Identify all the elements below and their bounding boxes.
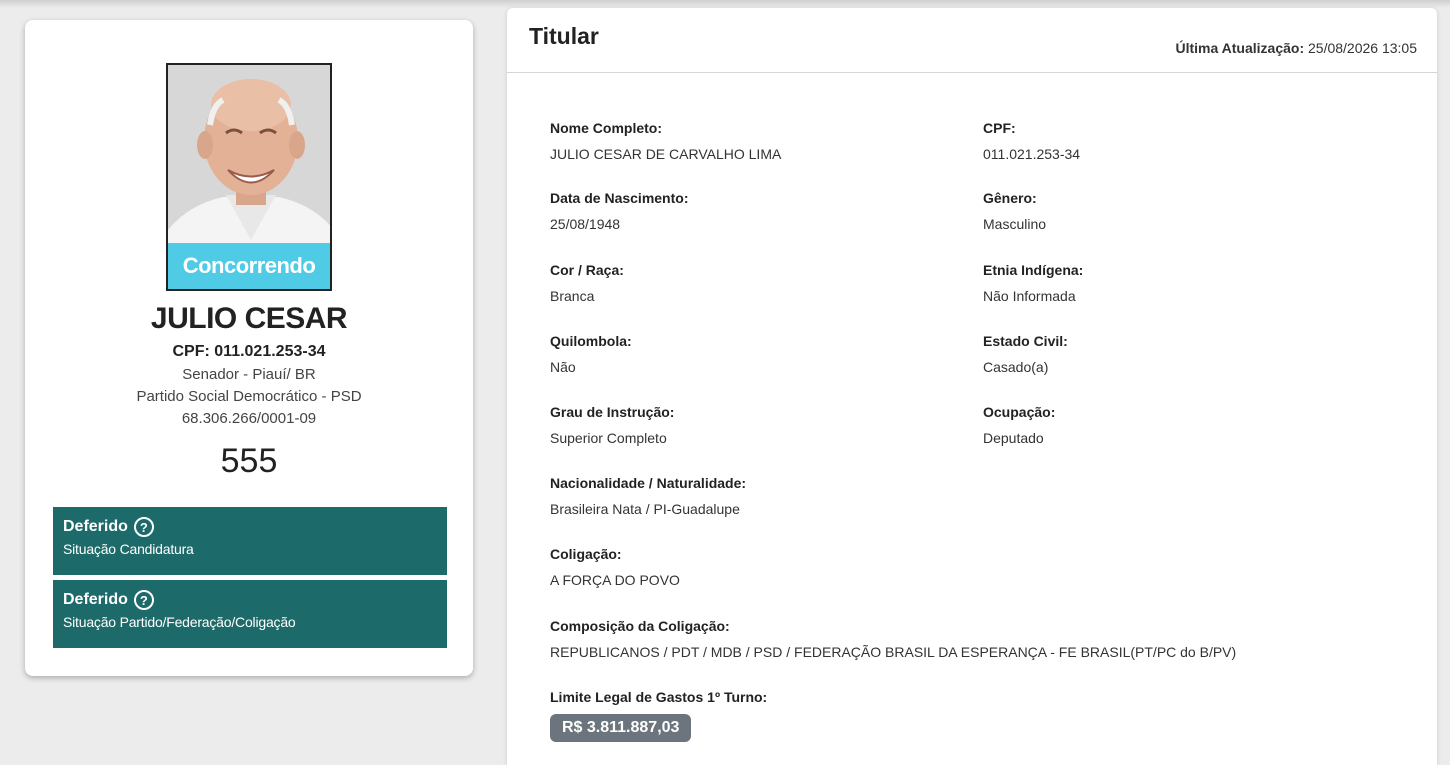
- candidate-number: 555: [220, 442, 278, 480]
- candidate-party: Partido Social Democrático - PSD: [136, 388, 362, 405]
- status-partido-title: Deferido: [63, 591, 128, 608]
- help-circle-icon[interactable]: ?: [133, 517, 154, 537]
- field-value: JULIO CESAR DE CARVALHO LIMA: [550, 146, 782, 162]
- field-label: Composição da Coligação:: [550, 618, 730, 634]
- field-value: Não Informada: [983, 288, 1076, 304]
- field-value: Superior Completo: [550, 430, 667, 446]
- status-partido-box: Deferido ? Situação Partido/Federação/Co…: [53, 580, 447, 648]
- field-cor-raca: Cor / Raça: Branca: [550, 262, 624, 304]
- candidate-status-badge: Concorrendo: [168, 243, 330, 289]
- candidate-office: Senador - Piauí/ BR: [182, 366, 316, 383]
- candidate-name: JULIO CESAR: [150, 302, 348, 335]
- candidate-cnpj: 68.306.266/0001-09: [181, 410, 317, 427]
- field-label: Limite Legal de Gastos 1º Turno:: [550, 689, 768, 705]
- field-value: 011.021.253-34: [983, 146, 1081, 162]
- field-estado-civil: Estado Civil: Casado(a): [983, 333, 1068, 375]
- candidate-photo: Concorrendo: [166, 63, 332, 291]
- field-genero: Gênero: Masculino: [983, 190, 1046, 232]
- spending-limit-badge: R$ 3.811.887,03: [550, 714, 692, 742]
- field-label: Grau de Instrução:: [550, 404, 675, 420]
- field-label: Ocupação:: [983, 404, 1056, 420]
- field-etnia-indigena: Etnia Indígena: Não Informada: [983, 262, 1083, 304]
- field-label: Coligação:: [550, 546, 622, 562]
- field-label: Cor / Raça:: [550, 262, 624, 278]
- status-candidatura-box: Deferido ? Situação Candidatura: [53, 507, 447, 575]
- field-value: REPUBLICANOS / PDT / MDB / PSD / FEDERAÇ…: [550, 644, 1237, 660]
- field-cpf: CPF: 011.021.253-34: [983, 120, 1080, 162]
- field-quilombola: Quilombola: Não: [550, 333, 632, 375]
- field-grau-instrucao: Grau de Instrução: Superior Completo: [550, 404, 674, 446]
- candidate-profile-card: Concorrendo JULIO CESAR CPF: 011.021.253…: [25, 20, 473, 676]
- field-label: Estado Civil:: [983, 333, 1068, 349]
- field-coligacao: Coligação: A FORÇA DO POVO: [550, 546, 680, 588]
- field-label: CPF:: [983, 120, 1016, 136]
- status-candidatura-title: Deferido: [63, 518, 128, 535]
- titular-panel: Titular Última Atualização: 25/08/2026 1…: [507, 8, 1437, 765]
- field-label: Nome Completo:: [550, 120, 662, 136]
- help-circle-icon[interactable]: ?: [133, 590, 154, 610]
- field-value: A FORÇA DO POVO: [550, 572, 680, 588]
- field-value: Branca: [550, 288, 595, 304]
- field-value: Não: [550, 359, 576, 375]
- field-label: Quilombola:: [550, 333, 632, 349]
- panel-title: Titular: [529, 23, 599, 49]
- field-nome-completo: Nome Completo: JULIO CESAR DE CARVALHO L…: [550, 120, 781, 162]
- field-ocupacao: Ocupação: Deputado: [983, 404, 1055, 446]
- field-value: Brasileira Nata / PI-Guadalupe: [550, 501, 740, 517]
- last-updated: Última Atualização: 25/08/2026 13:05: [1175, 40, 1417, 56]
- field-composicao-coligacao: Composição da Coligação: REPUBLICANOS / …: [550, 618, 1236, 660]
- field-label: Nacionalidade / Naturalidade:: [550, 475, 747, 491]
- status-partido-subtitle: Situação Partido/Federação/Coligação: [63, 614, 296, 630]
- field-value: 25/08/1948: [550, 216, 621, 232]
- field-label: Etnia Indígena:: [983, 262, 1084, 278]
- field-nacionalidade: Nacionalidade / Naturalidade: Brasileira…: [550, 475, 746, 517]
- panel-header: Titular Última Atualização: 25/08/2026 1…: [507, 8, 1437, 73]
- field-label: Data de Nascimento:: [550, 190, 689, 206]
- last-updated-label: Última Atualização:: [1175, 40, 1305, 56]
- last-updated-value: 25/08/2026 13:05: [1308, 40, 1417, 56]
- field-data-nascimento: Data de Nascimento: 25/08/1948: [550, 190, 688, 232]
- field-value: Casado(a): [983, 359, 1049, 375]
- candidate-cpf: CPF: 011.021.253-34: [172, 343, 326, 360]
- field-label: Gênero:: [983, 190, 1037, 206]
- field-value: Deputado: [983, 430, 1044, 446]
- top-shadow: [0, 0, 1450, 8]
- field-limite-gastos: Limite Legal de Gastos 1º Turno: R$ 3.81…: [550, 689, 767, 742]
- field-value: Masculino: [983, 216, 1047, 232]
- status-candidatura-subtitle: Situação Candidatura: [63, 541, 194, 557]
